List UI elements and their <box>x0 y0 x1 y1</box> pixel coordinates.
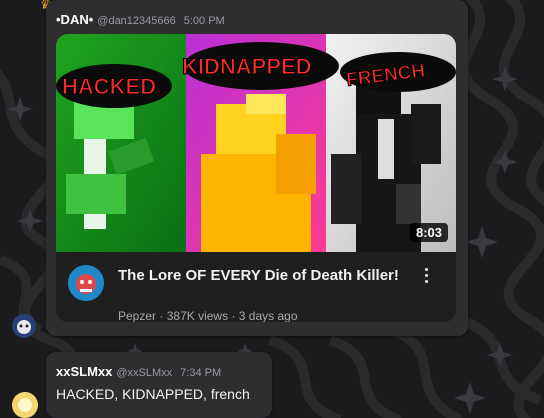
thumb-word-kidnapped: KIDNAPPED <box>182 54 312 79</box>
video-meta: Pepzer · 387K views · 3 days ago <box>118 309 298 322</box>
user-avatar[interactable] <box>12 314 36 338</box>
upload-age: 3 days ago <box>238 309 298 322</box>
timestamp: 7:34 PM <box>180 367 222 379</box>
meta-separator: · <box>159 309 164 322</box>
channel-name[interactable]: Pepzer <box>118 309 156 322</box>
message-bubble <box>46 352 272 418</box>
author-handle[interactable]: @xxSLMxx <box>116 367 172 379</box>
user-avatar[interactable] <box>12 392 38 418</box>
more-options-icon[interactable] <box>424 268 430 286</box>
video-thumbnail[interactable]: HACKED KIDNAPPED FRENCH 8:03 <box>56 34 456 252</box>
message-header: •DAN• @dan12345666 5:00 PM <box>56 12 225 27</box>
author-handle[interactable]: @dan12345666 <box>97 15 175 27</box>
message-header: xxSLMxx @xxSLMxx 7:34 PM <box>56 364 221 379</box>
author-name[interactable]: xxSLMxx <box>56 364 112 379</box>
video-title[interactable]: The Lore OF EVERY Die of Death Killer! <box>118 266 418 286</box>
youtube-embed[interactable]: HACKED KIDNAPPED FRENCH 8:03 The Lore OF… <box>56 34 456 322</box>
thumbnail-art: HACKED KIDNAPPED FRENCH <box>56 34 456 252</box>
meta-separator: · <box>231 309 236 322</box>
view-count: 387K views <box>166 309 229 322</box>
message-text: HACKED, KIDNAPPED, french <box>56 386 250 402</box>
author-name[interactable]: •DAN• <box>56 12 93 27</box>
channel-avatar[interactable] <box>68 265 104 301</box>
thumb-word-hacked: HACKED <box>62 74 156 99</box>
timestamp: 5:00 PM <box>183 15 225 27</box>
video-duration: 8:03 <box>409 223 448 242</box>
